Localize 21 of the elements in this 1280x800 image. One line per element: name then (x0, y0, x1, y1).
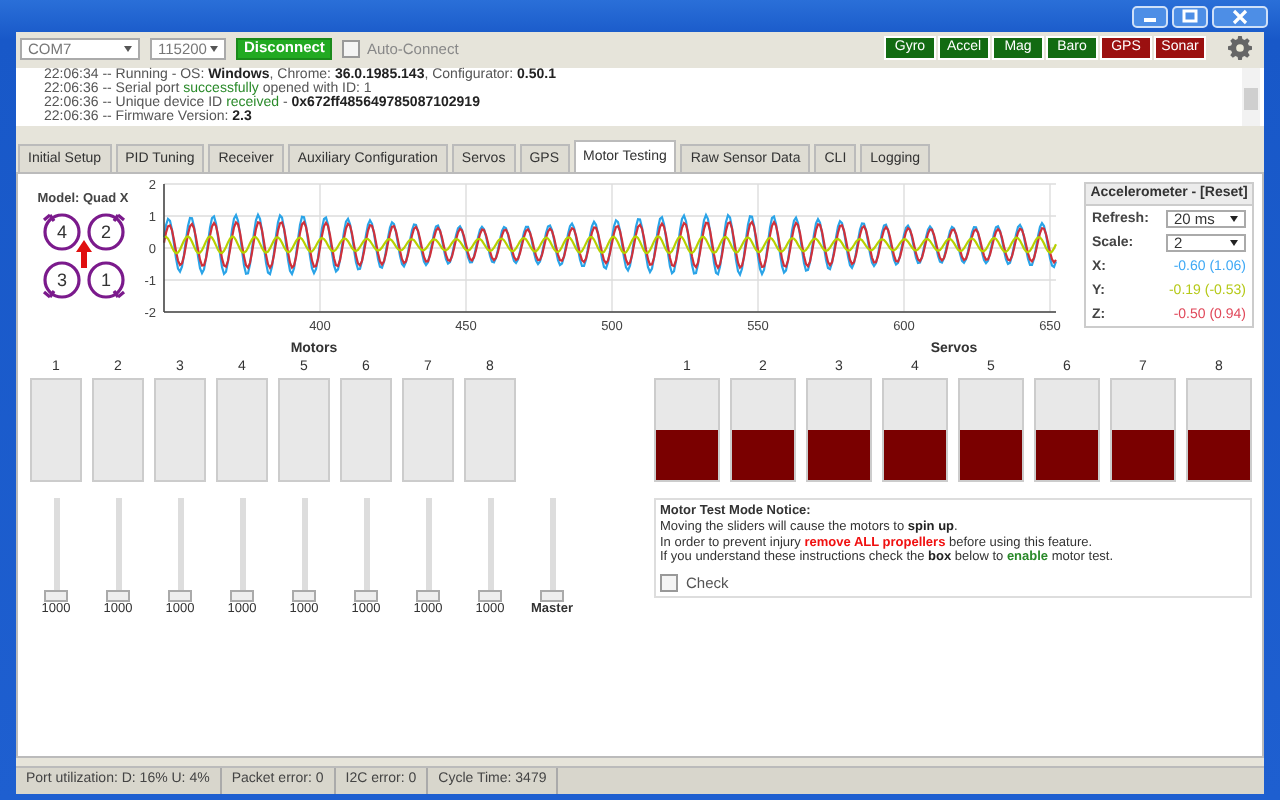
slider-thumb[interactable] (354, 590, 378, 602)
slider-thumb[interactable] (478, 590, 502, 602)
caret-icon (124, 45, 132, 51)
slider-thumb[interactable] (168, 590, 192, 602)
settings-icon[interactable] (1228, 36, 1252, 60)
maximize-icon[interactable] (1172, 5, 1208, 27)
caret-icon (210, 45, 218, 51)
slider-thumb[interactable] (540, 590, 564, 602)
close-icon[interactable] (1212, 5, 1268, 27)
slider-thumb[interactable] (292, 590, 316, 602)
slider-thumb[interactable] (44, 590, 68, 602)
caret-icon (1230, 239, 1238, 245)
slider-thumb[interactable] (416, 590, 440, 602)
quadcopter-drawing: 4 2 3 1 (39, 210, 127, 302)
slider-thumb[interactable] (230, 590, 254, 602)
slider-thumb[interactable] (106, 590, 130, 602)
minimize-icon[interactable] (1132, 5, 1168, 27)
scrollbar[interactable] (1242, 68, 1260, 126)
checkbox[interactable] (342, 39, 361, 57)
checkbox[interactable] (659, 574, 678, 592)
caret-icon (1230, 215, 1238, 221)
